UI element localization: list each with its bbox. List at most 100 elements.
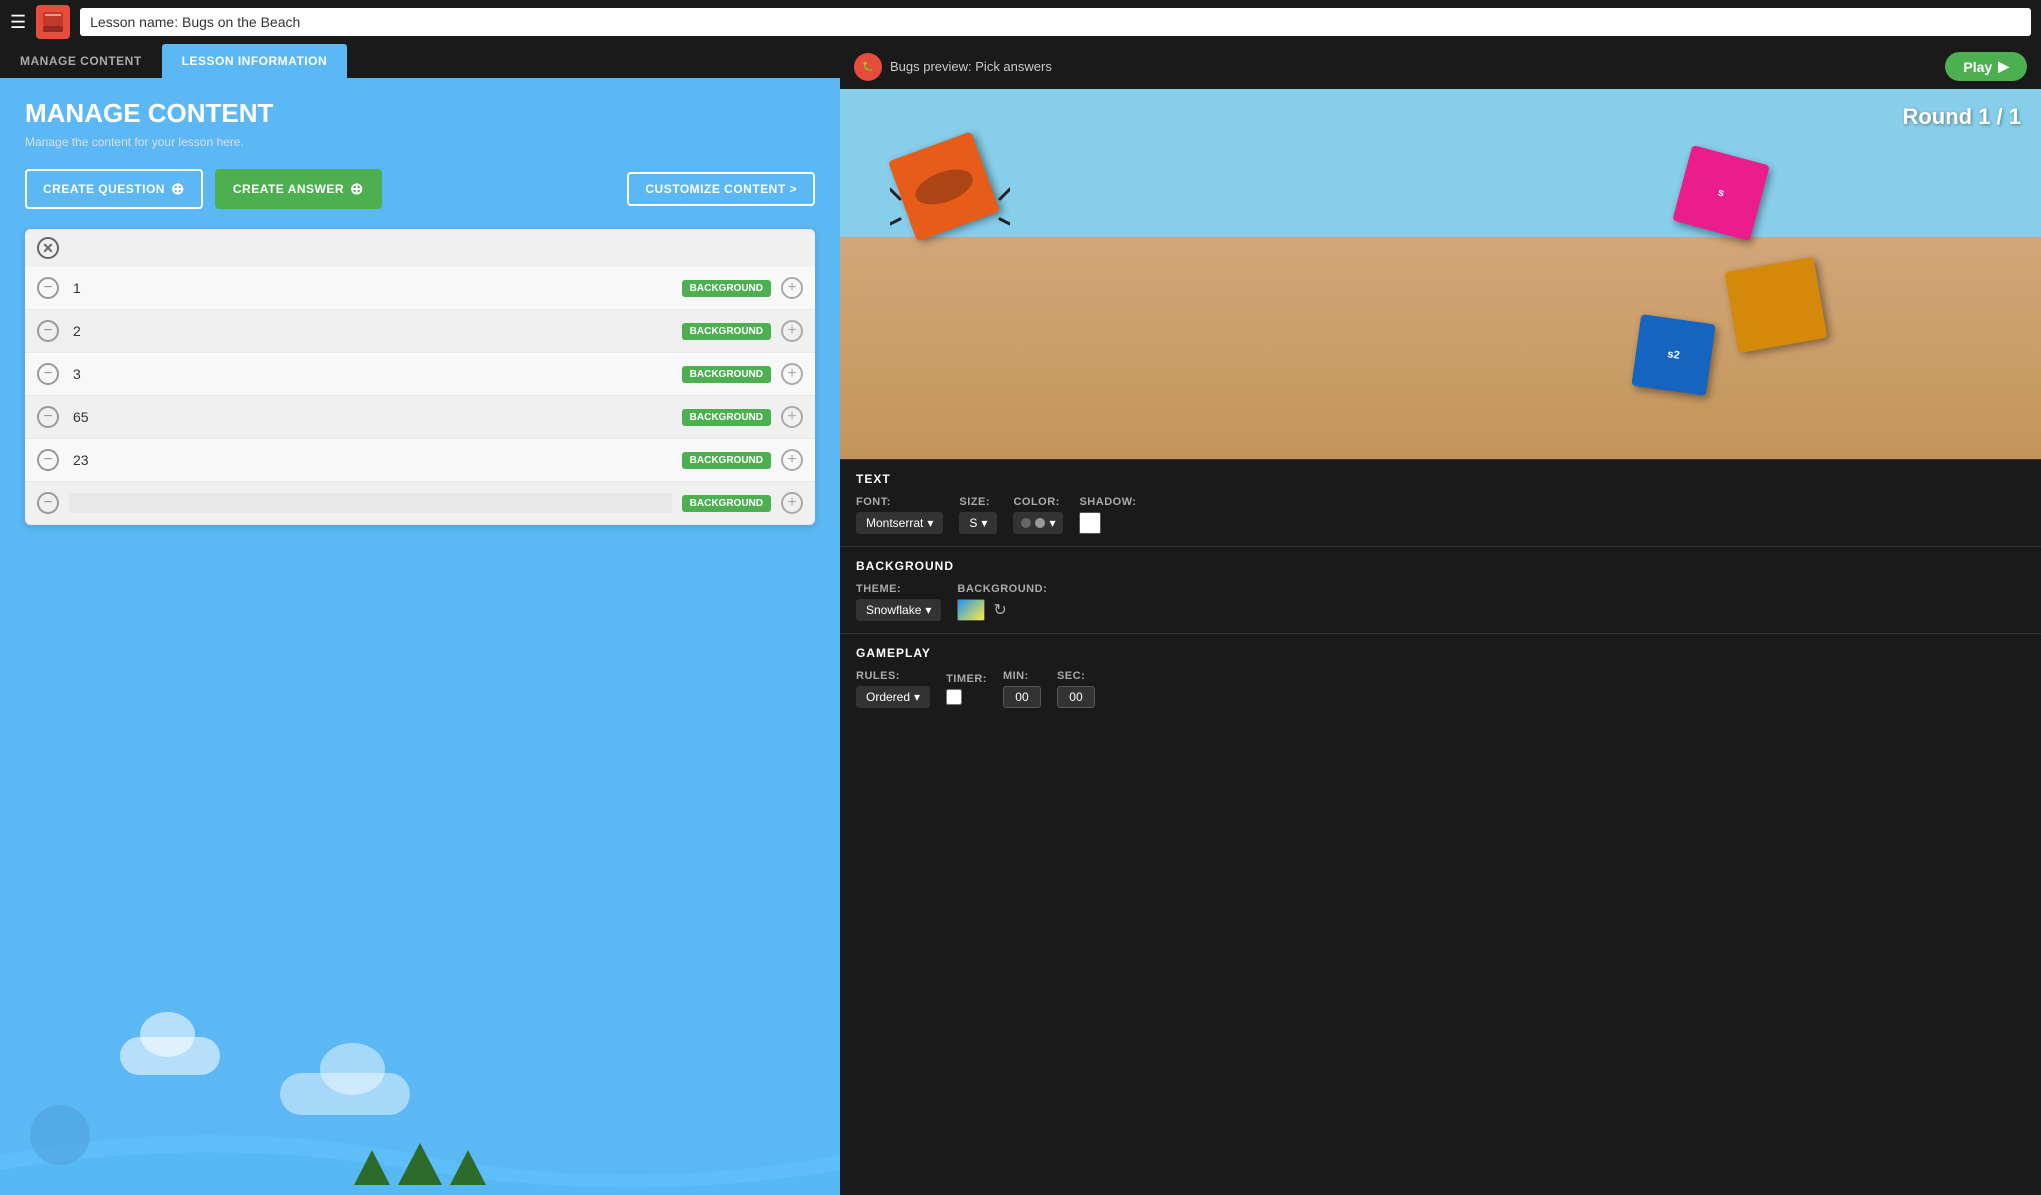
cloud-2-top — [320, 1043, 385, 1095]
text-settings-title: TEXT — [856, 472, 2025, 486]
preview-canvas: Round 1 / 1 s s2 — [840, 89, 2041, 459]
play-button[interactable]: Play ▶ — [1945, 52, 2027, 81]
answer-input-6[interactable] — [69, 493, 672, 513]
background-badge-3[interactable]: BACKGROUND — [682, 366, 771, 383]
gameplay-settings-row: RULES: Ordered ▾ TIMER: MIN: SEC: — [856, 670, 2025, 708]
color-label: COLOR: — [1013, 496, 1063, 508]
tree-3 — [450, 1150, 486, 1185]
round-label: Round 1 / 1 — [1902, 104, 2021, 130]
rules-value: Ordered — [866, 690, 910, 704]
cloud-2 — [280, 1073, 410, 1115]
hamburger-icon[interactable]: ☰ — [10, 12, 26, 33]
answer-input-5[interactable] — [69, 450, 672, 470]
tree-2 — [398, 1143, 442, 1185]
shadow-color-swatch[interactable] — [1079, 512, 1101, 534]
customize-content-button[interactable]: CUSTOMIZE CONTENT > — [627, 172, 815, 206]
timer-label: TIMER: — [946, 673, 987, 685]
add-row-2[interactable]: + — [781, 320, 803, 342]
add-row-3[interactable]: + — [781, 363, 803, 385]
background-badge-2[interactable]: BACKGROUND — [682, 323, 771, 340]
remove-answer-4[interactable]: − — [37, 406, 59, 428]
answer-header: ✕ — [25, 229, 815, 267]
text-settings-row: FONT: Montserrat ▾ SIZE: S ▾ COLOR: — [856, 496, 2025, 534]
answer-input-1[interactable] — [69, 278, 672, 298]
color-chevron-icon: ▾ — [1049, 516, 1055, 530]
bug-tile-3 — [1725, 257, 1828, 353]
remove-answer-3[interactable]: − — [37, 363, 59, 385]
preview-header: 🐛 Bugs preview: Pick answers Play ▶ — [840, 44, 2041, 89]
content-area: MANAGE CONTENT Manage the content for yo… — [0, 78, 840, 657]
color-dot-2 — [1035, 518, 1045, 528]
remove-answer-5[interactable]: − — [37, 449, 59, 471]
remove-answer-1[interactable]: − — [37, 277, 59, 299]
min-input[interactable] — [1003, 686, 1041, 708]
cloud-1-top — [140, 1012, 195, 1057]
sec-label: SEC: — [1057, 670, 1095, 682]
tab-bar: MANAGE CONTENT LESSON INFORMATION — [0, 44, 840, 78]
create-answer-button[interactable]: CREATE ANSWER ⊕ — [215, 169, 382, 209]
bug-tile-1 — [888, 132, 1000, 242]
answer-container: ✕ − BACKGROUND + − BACKGROUND + − — [25, 229, 815, 525]
background-settings-title: BACKGROUND — [856, 559, 2025, 573]
background-badge-6[interactable]: BACKGROUND — [682, 495, 771, 512]
right-panel: 🐛 Bugs preview: Pick answers Play ▶ Roun… — [840, 44, 2041, 1195]
theme-chevron-icon: ▾ — [925, 603, 931, 617]
play-label: Play — [1963, 59, 1992, 75]
background-badge-5[interactable]: BACKGROUND — [682, 452, 771, 469]
answer-input-2[interactable] — [69, 321, 672, 341]
add-row-6[interactable]: + — [781, 492, 803, 514]
tree-1 — [354, 1150, 390, 1185]
tab-lesson-information[interactable]: LESSON INFORMATION — [162, 44, 347, 78]
background-settings-row: THEME: Snowflake ▾ BACKGROUND: ↻ — [856, 583, 2025, 621]
cloud-1 — [120, 1037, 220, 1075]
timer-checkbox[interactable] — [946, 689, 962, 705]
theme-dropdown[interactable]: Snowflake ▾ — [856, 599, 941, 621]
trees — [354, 1143, 486, 1185]
create-question-icon: ⊕ — [171, 179, 185, 199]
theme-label: THEME: — [856, 583, 941, 595]
add-row-1[interactable]: + — [781, 277, 803, 299]
refresh-icon[interactable]: ↻ — [993, 600, 1006, 620]
text-settings: TEXT FONT: Montserrat ▾ SIZE: S ▾ — [840, 459, 2041, 546]
create-answer-label: CREATE ANSWER — [233, 182, 344, 196]
tab-manage-content[interactable]: MANAGE CONTENT — [0, 44, 162, 78]
preview-text: Bugs preview: Pick answers — [890, 59, 1052, 74]
color-dropdown[interactable]: ▾ — [1013, 512, 1063, 534]
bug-tile-2: s — [1672, 145, 1769, 241]
min-label: MIN: — [1003, 670, 1041, 682]
wave-svg — [0, 1115, 840, 1195]
size-value: S — [969, 516, 977, 530]
size-chevron-icon: ▾ — [981, 516, 987, 530]
theme-field: THEME: Snowflake ▾ — [856, 583, 941, 621]
size-dropdown[interactable]: S ▾ — [959, 512, 997, 534]
lesson-logo — [36, 5, 70, 39]
answer-input-4[interactable] — [69, 407, 672, 427]
answer-row: − BACKGROUND + — [25, 396, 815, 439]
close-button[interactable]: ✕ — [37, 237, 59, 259]
create-question-button[interactable]: CREATE QUESTION ⊕ — [25, 169, 203, 209]
play-icon: ▶ — [1998, 58, 2009, 75]
bug-tile-4: s2 — [1631, 314, 1715, 396]
sec-input[interactable] — [1057, 686, 1095, 708]
clouds-area — [0, 657, 840, 1195]
add-row-4[interactable]: + — [781, 406, 803, 428]
lesson-name-input[interactable] — [80, 8, 2031, 36]
remove-answer-2[interactable]: − — [37, 320, 59, 342]
background-badge-1[interactable]: BACKGROUND — [682, 280, 771, 297]
customize-content-label: CUSTOMIZE CONTENT > — [645, 182, 797, 196]
bg-field: BACKGROUND: ↻ — [957, 583, 1047, 621]
font-label: FONT: — [856, 496, 943, 508]
rules-dropdown[interactable]: Ordered ▾ — [856, 686, 930, 708]
answer-row: − BACKGROUND + — [25, 353, 815, 396]
add-row-5[interactable]: + — [781, 449, 803, 471]
shadow-label: SHADOW: — [1079, 496, 1136, 508]
background-thumbnail[interactable] — [957, 599, 985, 621]
remove-answer-6[interactable]: − — [37, 492, 59, 514]
font-dropdown[interactable]: Montserrat ▾ — [856, 512, 943, 534]
answer-input-3[interactable] — [69, 364, 672, 384]
bg-label: BACKGROUND: — [957, 583, 1047, 595]
shadow-field: SHADOW: — [1079, 496, 1136, 534]
main-layout: MANAGE CONTENT LESSON INFORMATION MANAGE… — [0, 44, 2041, 1195]
color-field: COLOR: ▾ — [1013, 496, 1063, 534]
background-badge-4[interactable]: BACKGROUND — [682, 409, 771, 426]
